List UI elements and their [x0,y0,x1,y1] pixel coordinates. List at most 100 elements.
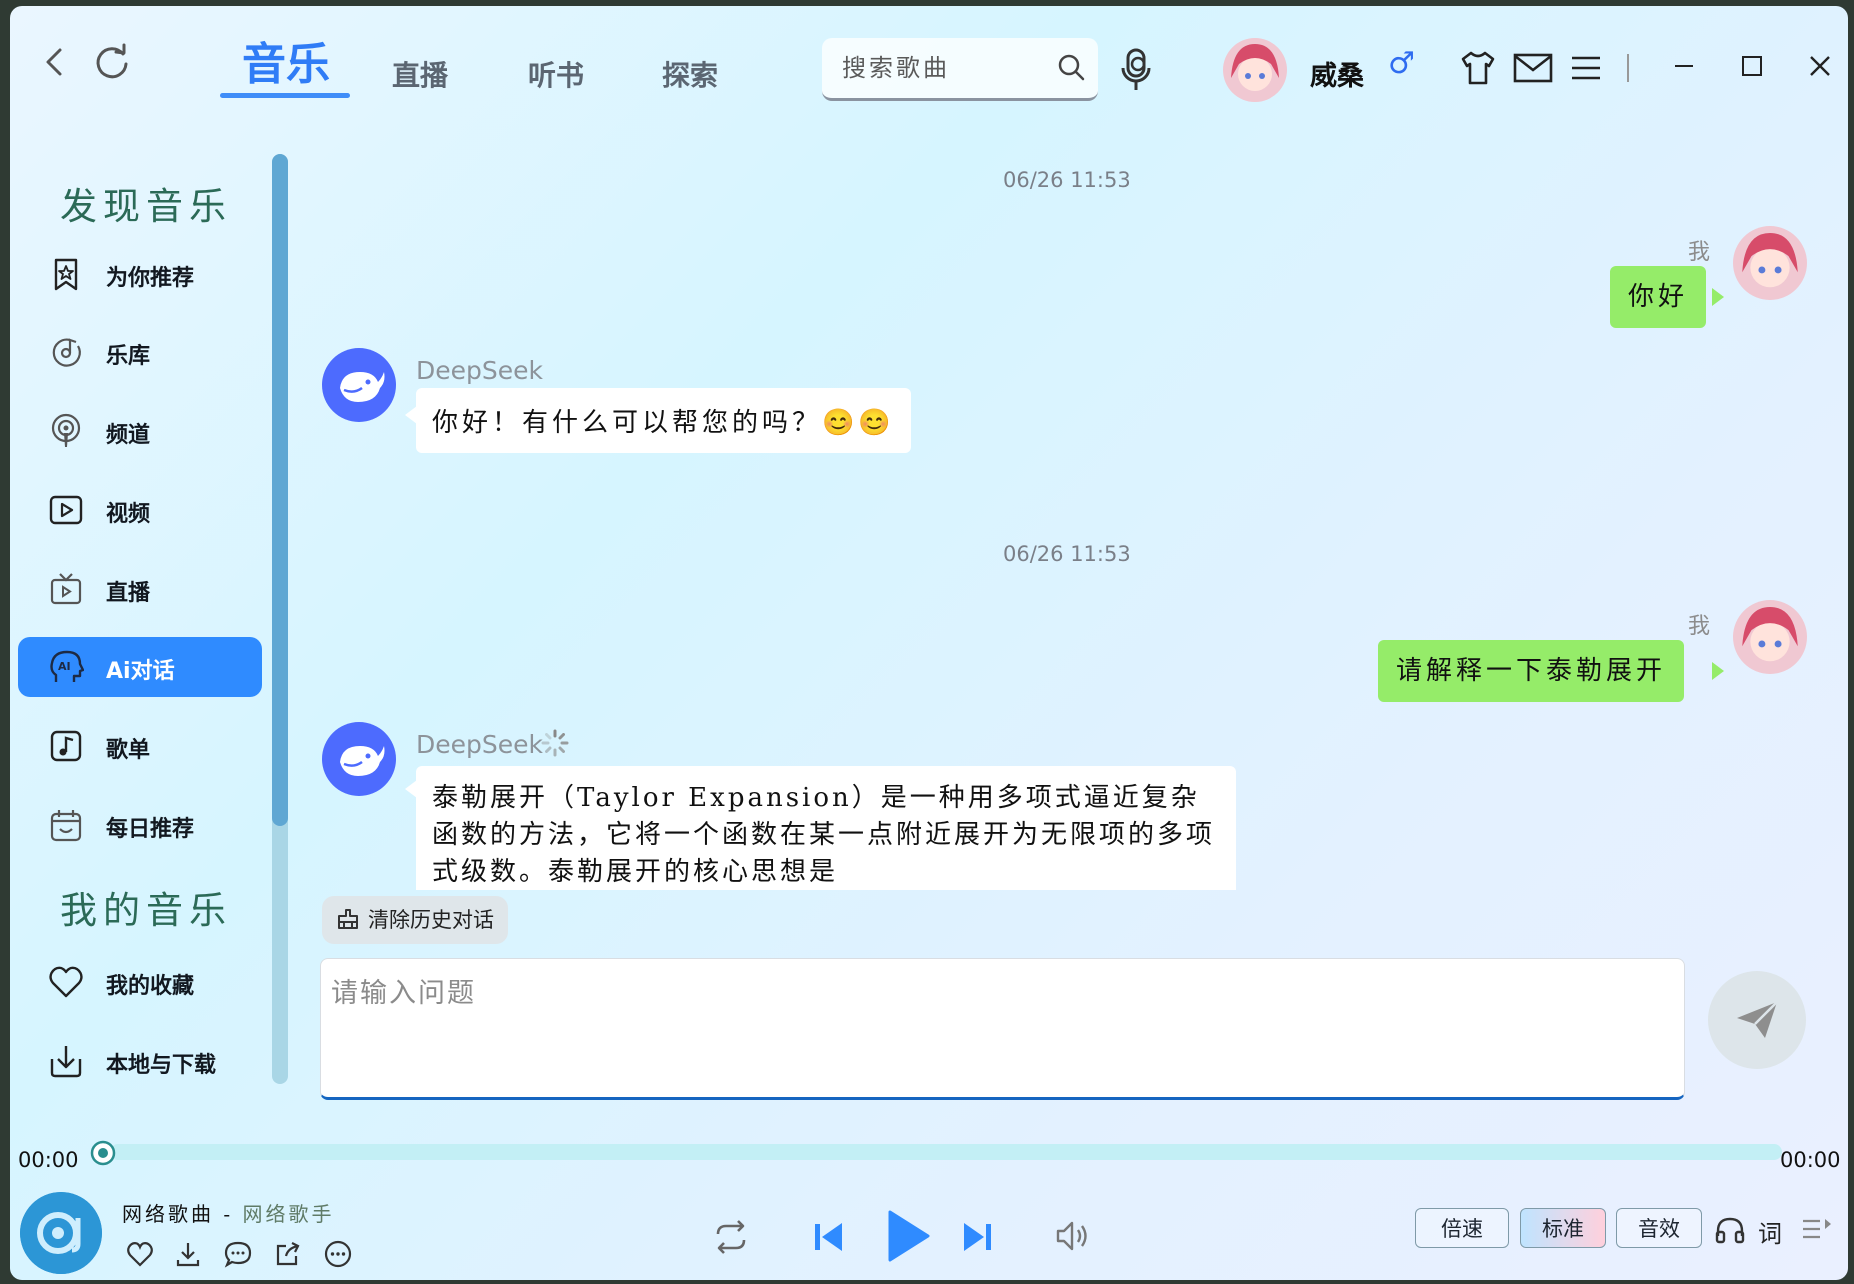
deepseek-avatar [322,348,396,422]
sound-effects-button[interactable]: 音效 [1616,1208,1702,1248]
playback-speed-button[interactable]: 倍速 [1415,1208,1509,1248]
user-message-bubble: 请解释一下泰勒展开 [1378,640,1685,702]
user-message-avatar[interactable] [1733,600,1807,674]
skip-previous-icon [815,1223,842,1251]
chevron-left-icon [46,48,62,76]
user-name[interactable]: 威桑 [1310,54,1364,93]
anime-avatar-icon [1733,600,1807,674]
artist-name[interactable]: 网络歌手 [242,1202,334,1226]
bubble-tail [1712,662,1724,680]
tab-audiobook[interactable]: 听书 [528,54,584,94]
comment-button[interactable] [224,1240,252,1268]
tab-music[interactable]: 音乐 [242,28,330,92]
more-options-icon [324,1240,352,1268]
refresh-button[interactable] [90,40,134,84]
anime-avatar-icon [1733,226,1807,300]
tab-explore[interactable]: 探索 [662,54,718,94]
play-button[interactable] [876,1206,936,1266]
sidebar-item-daily[interactable]: 每日推荐 [18,795,262,855]
sidebar-scrollbar-thumb[interactable] [272,154,288,826]
message-timestamp: 06/26 11:53 [1003,542,1131,566]
album-cover[interactable] [20,1192,102,1274]
bot-sender-label: DeepSeek [416,356,543,385]
song-separator: - [214,1202,243,1226]
share-button[interactable] [274,1240,302,1268]
svg-text:AI: AI [58,660,71,673]
playlist-queue-button[interactable] [1800,1214,1834,1246]
mail-icon [1513,53,1553,83]
tv-icon [50,573,82,605]
close-button[interactable] [1802,48,1838,84]
search-button[interactable] [1056,52,1086,82]
vinyl-disc-icon [20,1192,102,1274]
music-disc-icon [52,338,81,367]
more-button[interactable] [324,1240,352,1268]
repeat-icon [716,1220,746,1254]
sidebar-item-channel[interactable]: 频道 [18,401,262,461]
sidebar-item-recommend[interactable]: 为你推荐 [18,244,262,304]
previous-button[interactable] [808,1216,850,1258]
heart-icon [127,1242,153,1267]
mail-button[interactable] [1512,50,1554,86]
deepseek-whale-icon [340,746,385,776]
play-icon [888,1210,930,1262]
send-button[interactable] [1708,971,1806,1069]
voice-search-button[interactable] [1118,46,1158,96]
share-icon [276,1242,300,1266]
sidebar-item-video[interactable]: 视频 [18,480,262,540]
sidebar-item-live[interactable]: 直播 [18,559,262,619]
volume-button[interactable] [1054,1218,1090,1254]
sidebar-item-label: 直播 [106,581,151,606]
maximize-button[interactable] [1734,48,1770,84]
download-song-button[interactable] [174,1240,202,1268]
quality-button[interactable]: 标准 [1520,1208,1606,1248]
maximize-icon [1742,56,1762,76]
user-message-bubble: 你好 [1610,266,1707,328]
skip-next-icon [964,1223,991,1251]
lyrics-button[interactable]: 词 [1758,1214,1782,1249]
sidebar-item-label: 乐库 [106,344,151,369]
sidebar-item-label: 为你推荐 [106,266,195,291]
deepseek-avatar [322,722,396,796]
back-button[interactable] [36,42,76,82]
playback-progress-bar[interactable] [110,1144,1782,1160]
search-bar [822,38,1098,101]
sidebar-item-ai-chat[interactable]: AI Ai对话 [18,637,262,697]
tab-active-underline [220,93,350,98]
calendar-icon [50,810,82,842]
paper-plane-icon [1737,1001,1778,1038]
question-input[interactable] [329,969,1663,1083]
now-playing-title[interactable]: 网络歌曲 - 网络歌手 [122,1198,334,1227]
refresh-icon [96,43,128,79]
playlist-note-icon [50,730,82,762]
clear-history-button[interactable]: 清除历史对话 [322,896,508,944]
close-icon [1810,56,1830,76]
repeat-mode-button[interactable] [710,1216,752,1258]
user-avatar[interactable] [1223,38,1287,102]
user-sender-label: 我 [1688,240,1711,265]
broom-icon [338,909,358,929]
progress-handle[interactable] [90,1140,116,1166]
podcast-icon [51,413,81,447]
skin-button[interactable] [1458,48,1498,88]
download-icon [176,1243,200,1267]
like-button[interactable] [126,1240,154,1268]
sidebar-item-favorites[interactable]: 我的收藏 [18,952,262,1012]
bubble-tail [1712,288,1724,306]
search-input[interactable] [840,50,1044,86]
sidebar-item-downloads[interactable]: 本地与下载 [18,1031,262,1091]
menu-button[interactable] [1568,50,1604,86]
sidebar-item-label: Ai对话 [106,659,175,684]
user-message-avatar[interactable] [1733,226,1807,300]
question-input-box [320,958,1685,1100]
sidebar-item-label: 我的收藏 [106,974,195,999]
sidebar-item-library[interactable]: 乐库 [18,322,262,382]
sidebar-item-label: 频道 [106,423,151,448]
sidebar-item-playlist[interactable]: 歌单 [18,716,262,776]
tab-live[interactable]: 直播 [392,54,448,94]
next-button[interactable] [956,1216,998,1258]
comment-icon [224,1241,252,1268]
minimize-button[interactable] [1666,48,1702,84]
headphone-button[interactable] [1714,1214,1746,1246]
download-icon [50,1046,82,1078]
